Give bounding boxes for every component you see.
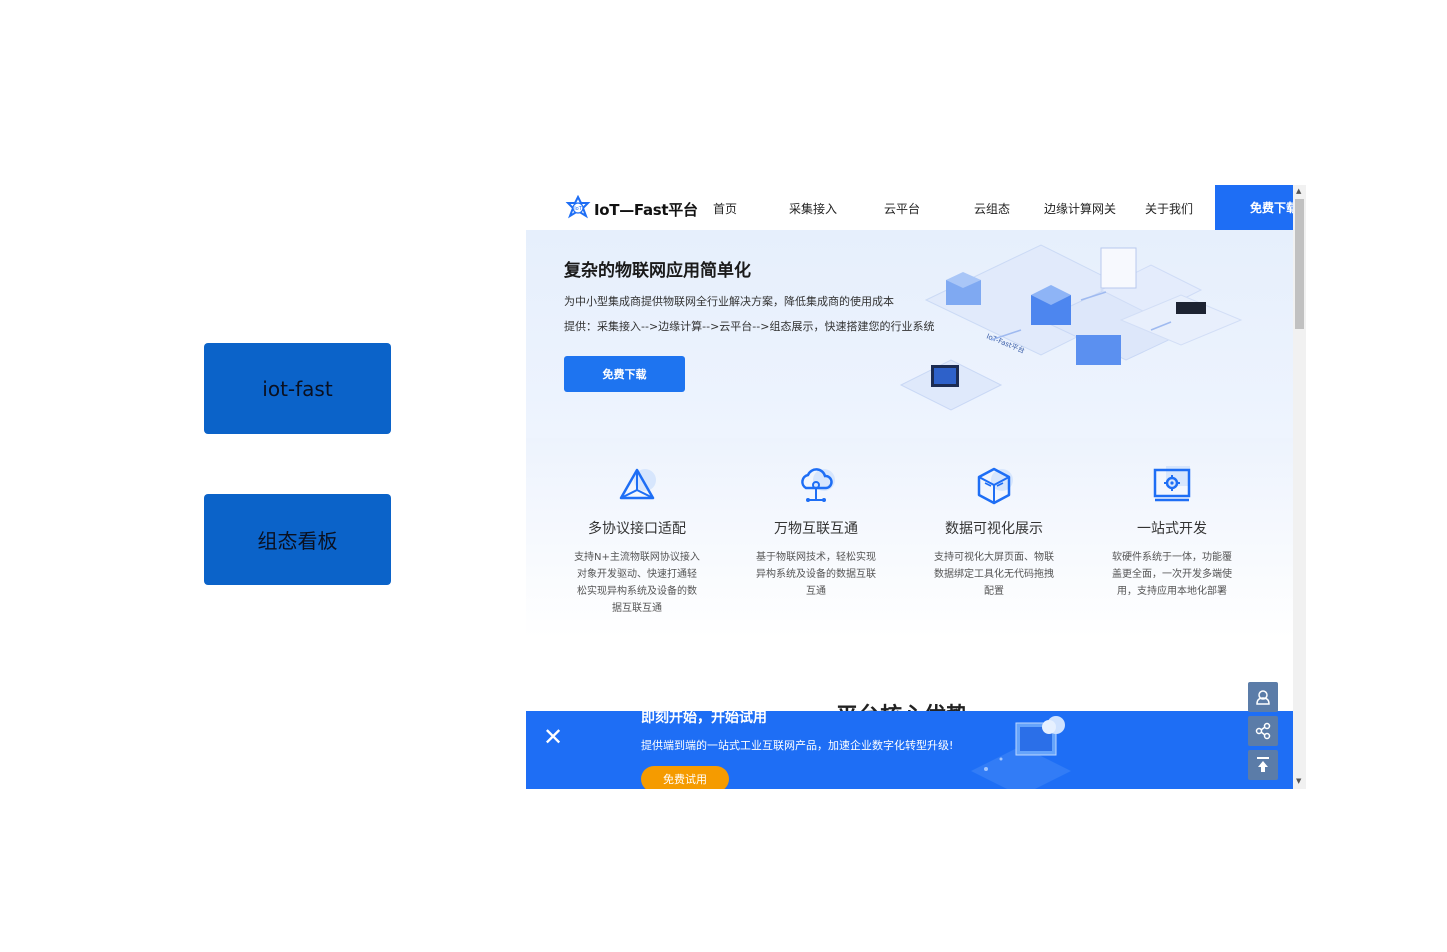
cube-icon <box>977 467 1013 505</box>
share-icon <box>1255 722 1271 740</box>
iot-logo-icon: IoT <box>565 195 591 219</box>
hero-download-button[interactable]: 免费下载 <box>564 356 685 392</box>
protocol-icon <box>619 468 656 500</box>
hero-line-1: 为中小型集成商提供物联网全行业解决方案，降低集成商的使用成本 <box>564 295 894 308</box>
close-icon[interactable]: ✕ <box>543 725 563 749</box>
dashboard-button[interactable]: 组态看板 <box>204 494 391 585</box>
feature-title: 万物互联互通 <box>774 521 858 537</box>
trial-banner: ✕ 即刻开始，开始试用 提供端到端的一站式工业互联网产品，加速企业数字化转型升级… <box>526 711 1293 789</box>
isometric-platform-illustration: IoT-Fast平台 <box>899 244 1243 411</box>
banner-headline: 即刻开始，开始试用 <box>641 711 767 726</box>
feature-card: 万物互联互通 基于物联网技术，轻松实现异构系统及设备的数据互联互通 <box>731 438 901 600</box>
nav-download-button[interactable]: 免费下载 <box>1215 185 1293 230</box>
cloud-network-icon <box>801 468 835 502</box>
feature-desc: 软硬件系统于一体，功能覆盖更全面，一次开发多端使用，支持应用本地化部署 <box>1112 552 1232 597</box>
hero-section: 复杂的物联网应用简单化 为中小型集成商提供物联网全行业解决方案，降低集成商的使用… <box>526 230 1293 438</box>
hero-line-2: 提供：采集接入-->边缘计算-->云平台-->组态展示，快速搭建您的行业系统 <box>564 320 935 333</box>
nav-item-home[interactable]: 首页 <box>713 200 737 217</box>
feature-desc: 支持可视化大屏页面、物联数据绑定工具化无代码拖拽配置 <box>934 552 1054 597</box>
feature-title: 一站式开发 <box>1137 521 1207 537</box>
feature-card: 一站式开发 软硬件系统于一体，功能覆盖更全面，一次开发多端使用，支持应用本地化部… <box>1087 438 1257 600</box>
features-section: 多协议接口适配 支持N+主流物联网协议接入对象开发驱动、快速打通轻松实现异构系统… <box>526 438 1293 638</box>
nav-item-edge[interactable]: 边缘计算网关 <box>1044 200 1116 217</box>
scroll-down-icon[interactable]: ▼ <box>1296 777 1301 785</box>
headset-icon <box>1256 690 1270 705</box>
website-preview: IoT IoT—Fast平台 首页 采集接入 云平台 云组态 边缘计算网关 关于… <box>526 185 1306 789</box>
nav-item-about[interactable]: 关于我们 <box>1145 200 1193 217</box>
banner-subtitle: 提供端到端的一站式工业互联网产品，加速企业数字化转型升级! <box>641 739 954 752</box>
feature-card: 数据可视化展示 支持可视化大屏页面、物联数据绑定工具化无代码拖拽配置 <box>909 438 1079 600</box>
logo[interactable]: IoT IoT—Fast平台 <box>564 195 698 223</box>
computer-illustration <box>971 716 1071 789</box>
top-nav: IoT IoT—Fast平台 首页 采集接入 云平台 云组态 边缘计算网关 关于… <box>526 185 1293 231</box>
scroll-up-icon[interactable]: ▲ <box>1296 187 1301 195</box>
back-to-top-button[interactable] <box>1248 750 1278 780</box>
gear-monitor-icon <box>1153 466 1191 502</box>
logo-text: IoT—Fast平台 <box>594 200 698 219</box>
nav-item-scada[interactable]: 云组态 <box>974 200 1010 217</box>
nav-item-cloud[interactable]: 云平台 <box>884 200 920 217</box>
scrollbar[interactable]: ▲ ▼ <box>1293 185 1306 789</box>
feature-desc: 基于物联网技术，轻松实现异构系统及设备的数据互联互通 <box>756 552 876 597</box>
feature-title: 数据可视化展示 <box>945 521 1043 537</box>
arrow-up-icon <box>1257 757 1269 772</box>
feature-title: 多协议接口适配 <box>588 521 686 537</box>
hero-title: 复杂的物联网应用简单化 <box>564 261 751 281</box>
free-trial-button[interactable]: 免费试用 <box>641 766 729 789</box>
svg-text:IoT: IoT <box>574 206 583 212</box>
scroll-thumb[interactable] <box>1295 199 1304 329</box>
feature-card: 多协议接口适配 支持N+主流物联网协议接入对象开发驱动、快速打通轻松实现异构系统… <box>552 438 722 617</box>
nav-item-collect[interactable]: 采集接入 <box>789 200 837 217</box>
share-button[interactable] <box>1248 716 1278 746</box>
iot-fast-button[interactable]: iot-fast <box>204 343 391 434</box>
feature-desc: 支持N+主流物联网协议接入对象开发驱动、快速打通轻松实现异构系统及设备的数据互联… <box>574 552 700 614</box>
customer-service-button[interactable] <box>1248 682 1278 712</box>
